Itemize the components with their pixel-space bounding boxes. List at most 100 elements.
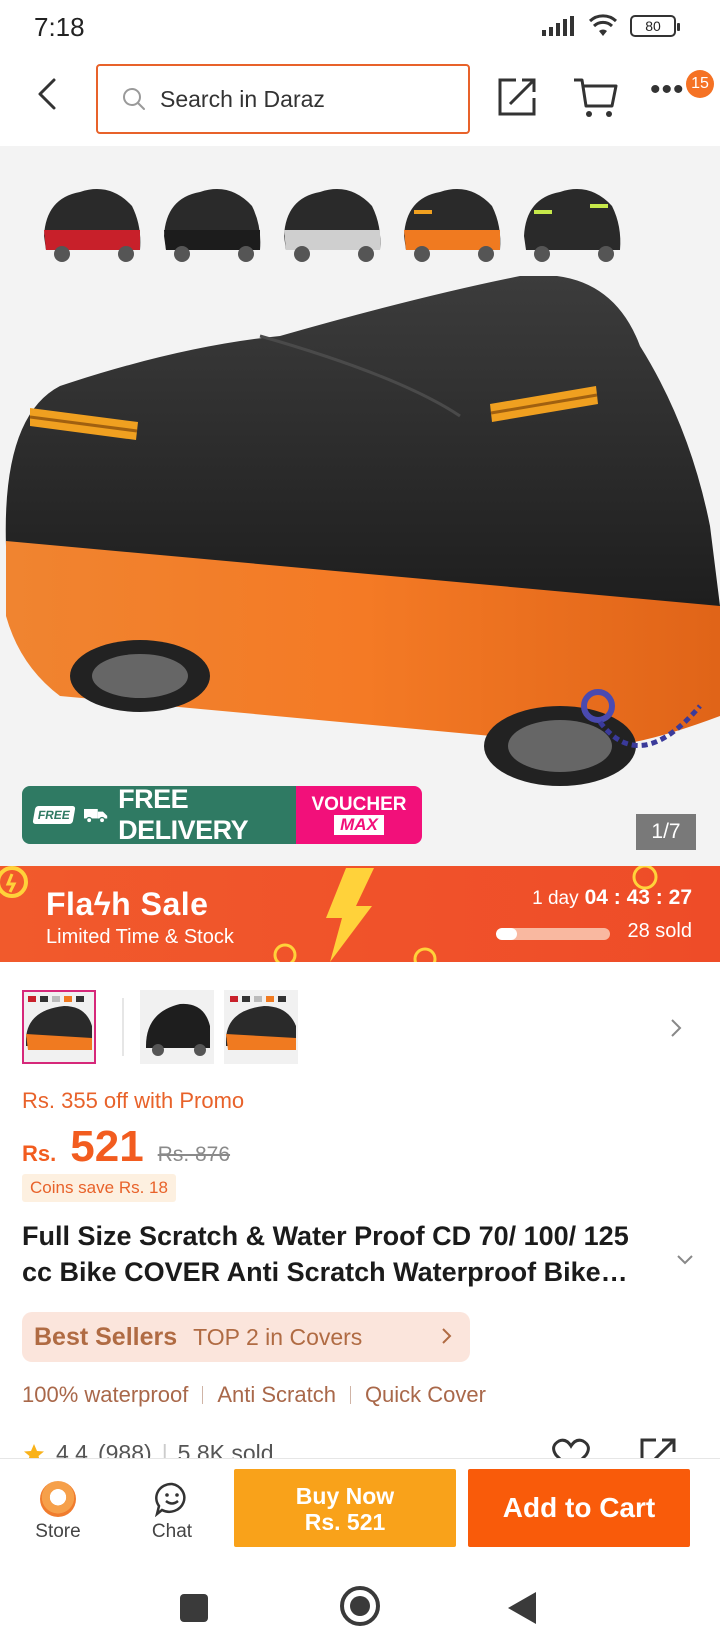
voucher-max-badge: VOUCHER MAX	[296, 786, 422, 844]
more-options-button[interactable]: •••	[650, 75, 690, 110]
store-button[interactable]: Store	[28, 1481, 88, 1543]
cart-button[interactable]	[572, 74, 618, 120]
share-button[interactable]	[496, 74, 540, 118]
black-cover-thumb-image	[146, 1003, 210, 1056]
share-icon	[498, 78, 536, 116]
variant-thumbnails	[22, 990, 698, 1068]
back-arrow-icon	[38, 78, 56, 110]
sold-total: 5.8K sold	[177, 1440, 274, 1458]
chevron-right-icon[interactable]	[664, 1014, 688, 1042]
flash-sale-countdown: 1 day 04 : 43 : 27	[532, 886, 692, 910]
price-current: 521	[70, 1122, 144, 1171]
recent-apps-button[interactable]	[180, 1594, 208, 1622]
rating-row[interactable]: 4.4 (988) | 5.8K sold	[22, 1434, 698, 1458]
price-currency: Rs.	[22, 1141, 57, 1166]
lightning-bolt-icon	[326, 868, 374, 962]
rating-score: 4.4	[56, 1440, 88, 1458]
alarm-clock-icon	[273, 943, 297, 962]
best-sellers-rank: TOP 2 in Covers	[193, 1323, 363, 1350]
product-title-block: Full Size Scratch & Water Proof CD 70/ 1…	[22, 1218, 662, 1290]
cart-count-badge: 15	[686, 70, 714, 98]
price-original: Rs. 876	[157, 1143, 231, 1166]
search-icon	[123, 88, 145, 110]
free-delivery-text: FREE DELIVERY	[118, 786, 249, 844]
feature-tag: 100% waterproof	[22, 1382, 189, 1407]
free-delivery-voucher-banner: FREE FREE DELIVERY VOUCHER MAX	[22, 786, 422, 844]
buy-now-price: Rs. 521	[304, 1509, 386, 1535]
image-counter: 1/7	[636, 814, 696, 850]
free-tag: FREE	[32, 806, 76, 824]
buy-now-button[interactable]: Buy Now Rs. 521	[234, 1469, 456, 1547]
max-text: MAX	[334, 815, 384, 835]
buy-now-label: Buy Now	[295, 1483, 395, 1509]
variant-color-strip	[40, 176, 624, 266]
thumbnail-black-cover[interactable]	[140, 990, 214, 1064]
store-logo-icon	[40, 1481, 76, 1517]
battery-indicator: 80	[630, 15, 680, 37]
sold-progress-fill	[496, 928, 517, 940]
orange-cover-alt-thumb-image	[226, 996, 296, 1050]
variant-cover-red	[44, 189, 141, 262]
cart-icon	[574, 78, 618, 117]
feature-tag: Anti Scratch	[217, 1382, 336, 1407]
coins-save-tag: Coins save Rs. 18	[22, 1174, 176, 1202]
orange-cover-thumb-image	[26, 996, 92, 1050]
rating-summary: 4.4 (988) | 5.8K sold	[22, 1440, 274, 1458]
more-dots-icon: •••	[650, 73, 685, 106]
sold-progress-bar	[496, 928, 610, 940]
feature-separator	[202, 1386, 204, 1404]
system-navigation-bar	[0, 1564, 720, 1650]
chat-bubble-icon	[154, 1482, 186, 1517]
thumbnail-divider	[122, 998, 124, 1056]
price-row: Rs. 521 Rs. 876	[22, 1122, 230, 1172]
wifi-icon	[588, 14, 618, 36]
thumbnail-orange-cover[interactable]	[22, 990, 96, 1064]
top-navigation: Search in Daraz ••• 15	[0, 54, 720, 146]
feature-tags: 100% waterproof Anti Scratch Quick Cover	[22, 1382, 486, 1408]
system-back-button[interactable]	[508, 1592, 536, 1624]
flash-sale-title: Flaϟh Sale	[46, 886, 209, 922]
chat-button[interactable]: Chat	[142, 1481, 202, 1543]
delivery-truck-icon	[84, 808, 108, 824]
promo-discount-text: Rs. 355 off with Promo	[22, 1088, 245, 1113]
bottom-action-bar: Store Chat Buy Now Rs. 521 Add to Cart	[0, 1458, 720, 1564]
variant-cover-black	[164, 189, 261, 262]
alarm-clock-icon	[0, 866, 28, 898]
feature-separator	[349, 1386, 351, 1404]
flash-sale-subtitle: Limited Time & Stock	[46, 926, 234, 948]
flash-sale-banner[interactable]: Flaϟh Sale Limited Time & Stock 1 day 04…	[0, 866, 720, 962]
variant-cover-silver	[284, 189, 381, 262]
countdown-time: 04 : 43 : 27	[584, 886, 692, 909]
store-label: Store	[35, 1521, 81, 1542]
countdown-days: 1 day	[532, 888, 579, 909]
variant-cover-orange	[404, 189, 501, 262]
free-delivery-badge: FREE FREE DELIVERY	[22, 786, 296, 844]
add-to-cart-button[interactable]: Add to Cart	[468, 1469, 690, 1547]
bike-cover-product-image	[5, 276, 720, 786]
status-bar: 7:18 80	[0, 0, 720, 54]
alarm-clock-icon	[413, 947, 437, 962]
star-icon	[24, 1443, 44, 1458]
status-icons: 80	[542, 14, 680, 38]
rating-count: (988)	[97, 1440, 152, 1458]
best-sellers-badge[interactable]: Best Sellers TOP 2 in Covers	[22, 1312, 470, 1362]
feature-tag: Quick Cover	[364, 1382, 486, 1407]
back-button[interactable]	[30, 74, 70, 114]
home-button[interactable]	[340, 1586, 380, 1626]
product-image-gallery[interactable]: FREE FREE DELIVERY VOUCHER MAX 1/7	[0, 146, 720, 866]
sold-count: 28 sold	[627, 920, 693, 942]
status-time: 7:18	[34, 12, 85, 42]
search-input[interactable]: Search in Daraz	[96, 64, 470, 134]
variant-cover-green-stripe	[524, 189, 621, 262]
search-placeholder: Search in Daraz	[160, 85, 325, 112]
share-icon[interactable]	[638, 1436, 678, 1458]
thumbnail-orange-cover-alt[interactable]	[224, 990, 298, 1064]
chevron-right-icon	[442, 1328, 452, 1344]
rating-separator: |	[161, 1440, 168, 1458]
best-sellers-label: Best Sellers	[34, 1322, 178, 1351]
voucher-text: VOUCHER	[311, 794, 407, 815]
chevron-down-icon[interactable]	[674, 1248, 696, 1270]
heart-icon[interactable]	[552, 1438, 590, 1458]
chat-label: Chat	[151, 1521, 193, 1542]
signal-icon	[542, 16, 574, 36]
